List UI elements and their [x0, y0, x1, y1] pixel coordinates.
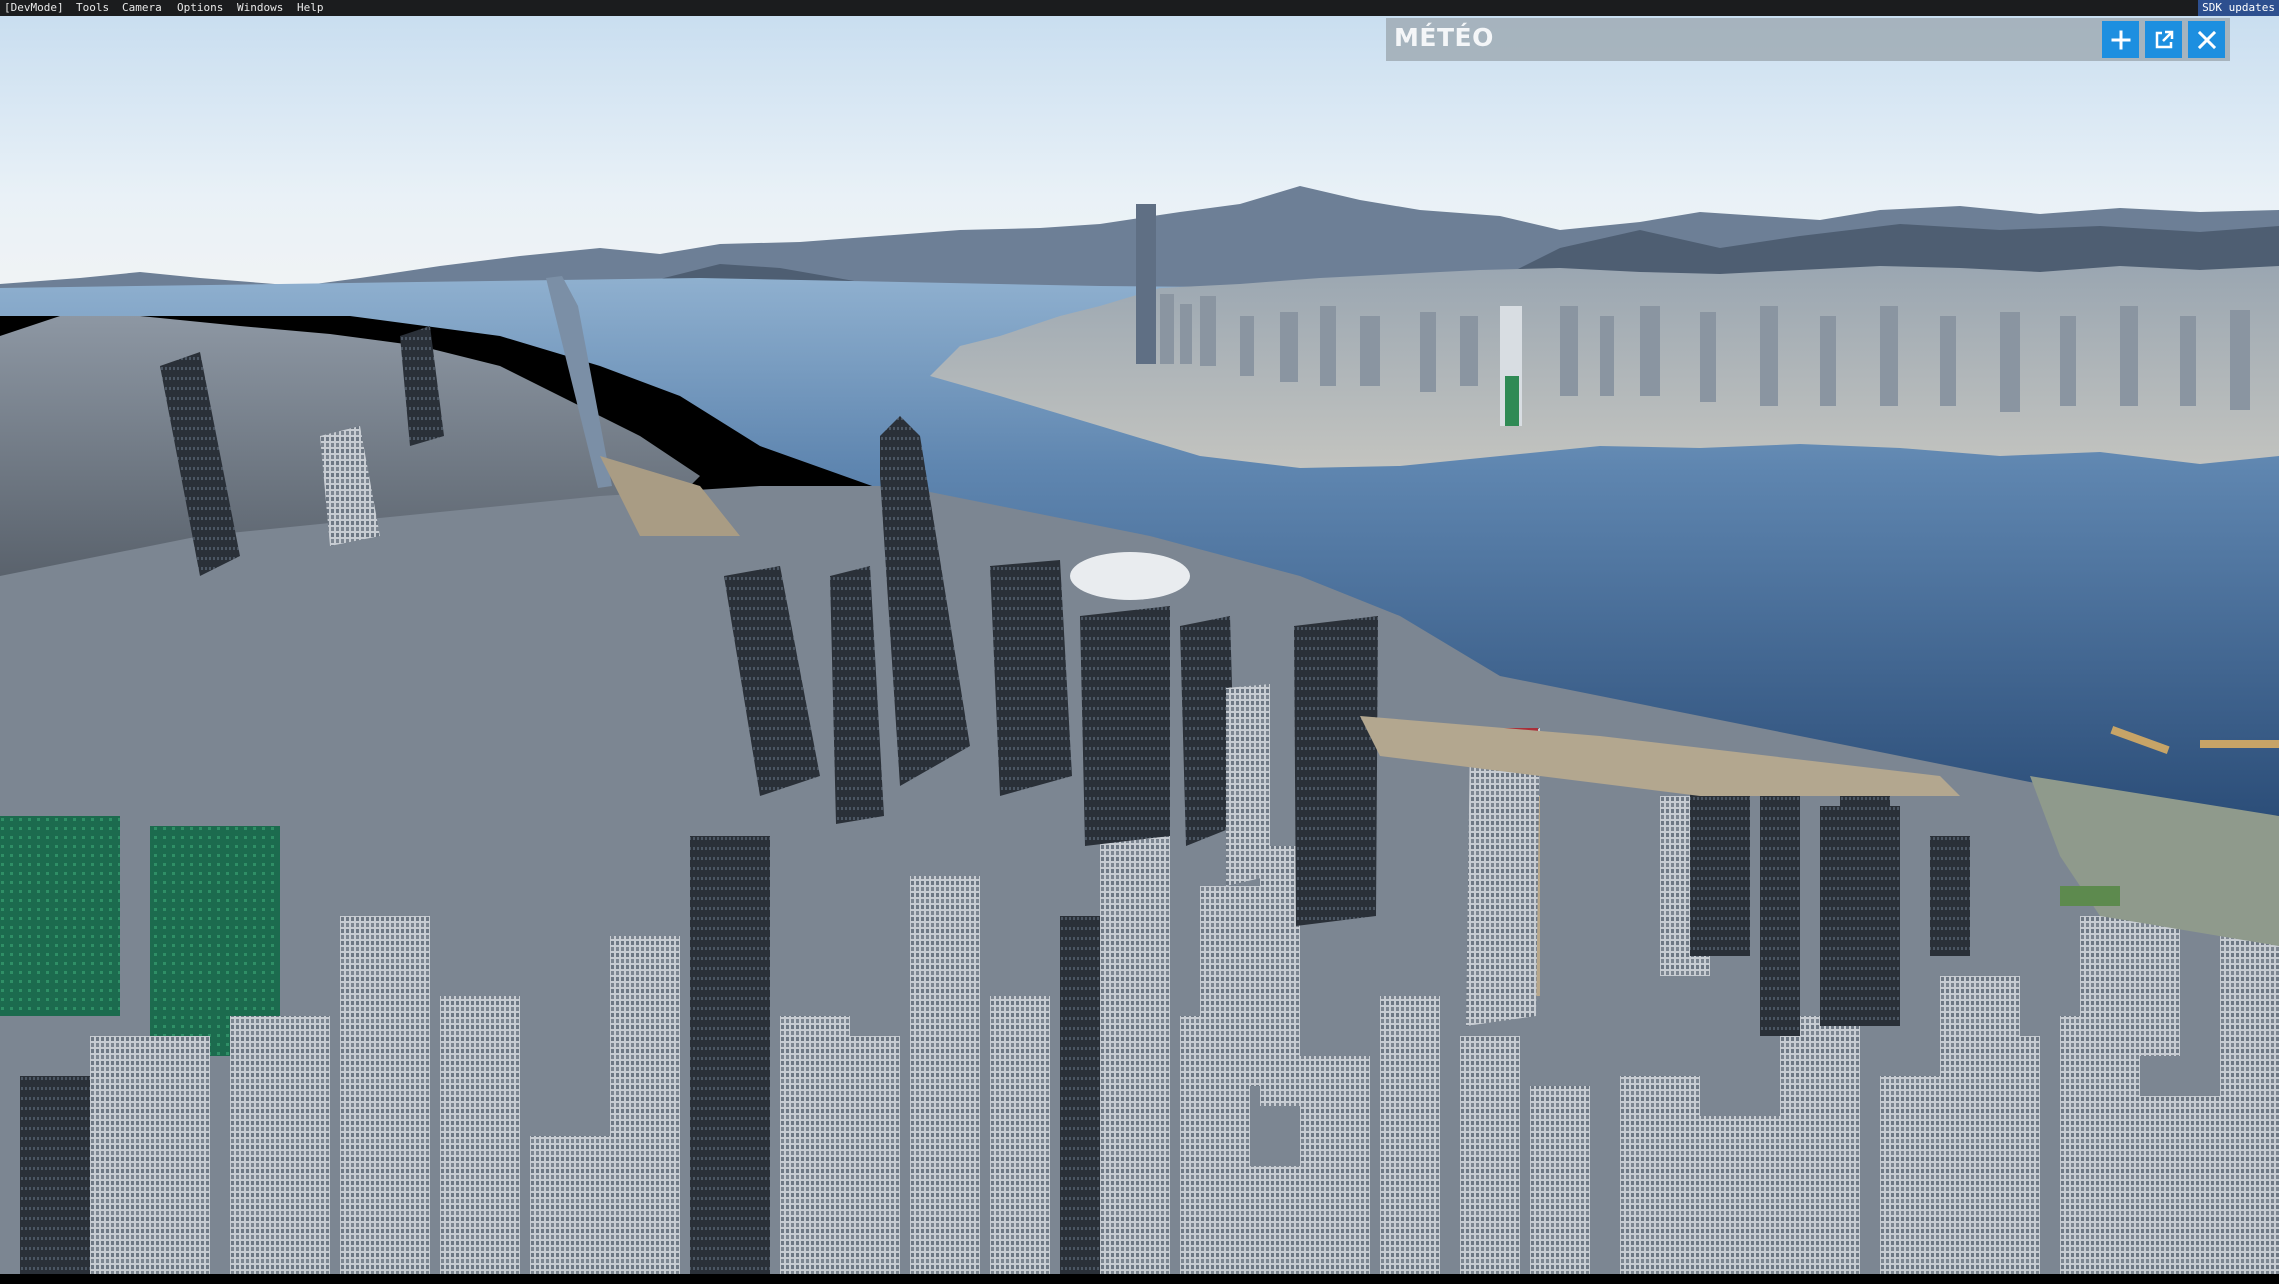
menu-tools[interactable]: Tools	[76, 0, 109, 16]
menu-options[interactable]: Options	[177, 0, 223, 16]
plus-icon	[2111, 30, 2130, 49]
icc-tower	[1136, 204, 1156, 364]
convention-centre	[1070, 552, 1190, 600]
external-window-icon	[2155, 30, 2173, 48]
sdk-updates-button[interactable]: SDK updates	[2198, 0, 2279, 16]
weather-panel: MÉTÉO	[1386, 18, 2230, 61]
city-scene	[0, 16, 2279, 1284]
close-icon	[2197, 30, 2216, 49]
bottom-letterbox	[0, 1274, 2279, 1284]
undock-button[interactable]	[2145, 21, 2182, 58]
menu-devmode[interactable]: [DevMode]	[4, 0, 64, 16]
menu-camera[interactable]: Camera	[122, 0, 162, 16]
panel-title: MÉTÉO	[1394, 23, 1494, 52]
add-button[interactable]	[2102, 21, 2139, 58]
close-button[interactable]	[2188, 21, 2225, 58]
menu-help[interactable]: Help	[297, 0, 324, 16]
menu-windows[interactable]: Windows	[237, 0, 283, 16]
dev-menu-bar: [DevMode] Tools Camera Options Windows H…	[0, 0, 2279, 16]
flight-sim-viewport[interactable]	[0, 16, 2279, 1284]
